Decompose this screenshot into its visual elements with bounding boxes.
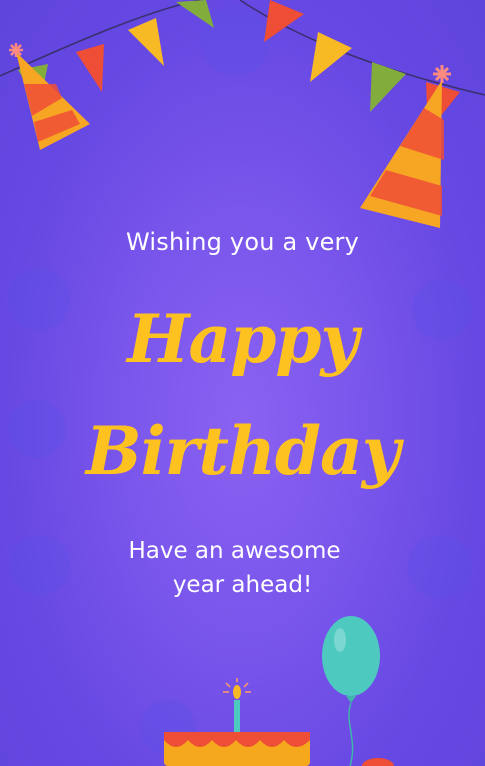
title-birthday: Birthday (85, 412, 400, 490)
bunting-flag (128, 18, 164, 66)
bunting-flag (264, 0, 304, 42)
bunting-flag (370, 62, 406, 112)
title-happy: Happy (127, 300, 359, 378)
small-balloon-icon (362, 758, 394, 766)
cake-icon (164, 678, 310, 766)
decorations (0, 0, 485, 766)
balloon-icon (322, 616, 380, 766)
subtitle-line-1: Have an awesome (128, 538, 341, 564)
party-hat-left-icon (9, 43, 90, 150)
bunting-flag (310, 32, 352, 82)
subtitle-line-2: year ahead! (172, 572, 313, 598)
bunting-string (0, 0, 485, 96)
birthday-card: Wishing you a very Happy Birthday Have a… (0, 0, 485, 766)
bunting-flag (176, 0, 214, 28)
greeting-intro: Wishing you a very (125, 228, 360, 256)
bunting-flag (76, 44, 104, 92)
